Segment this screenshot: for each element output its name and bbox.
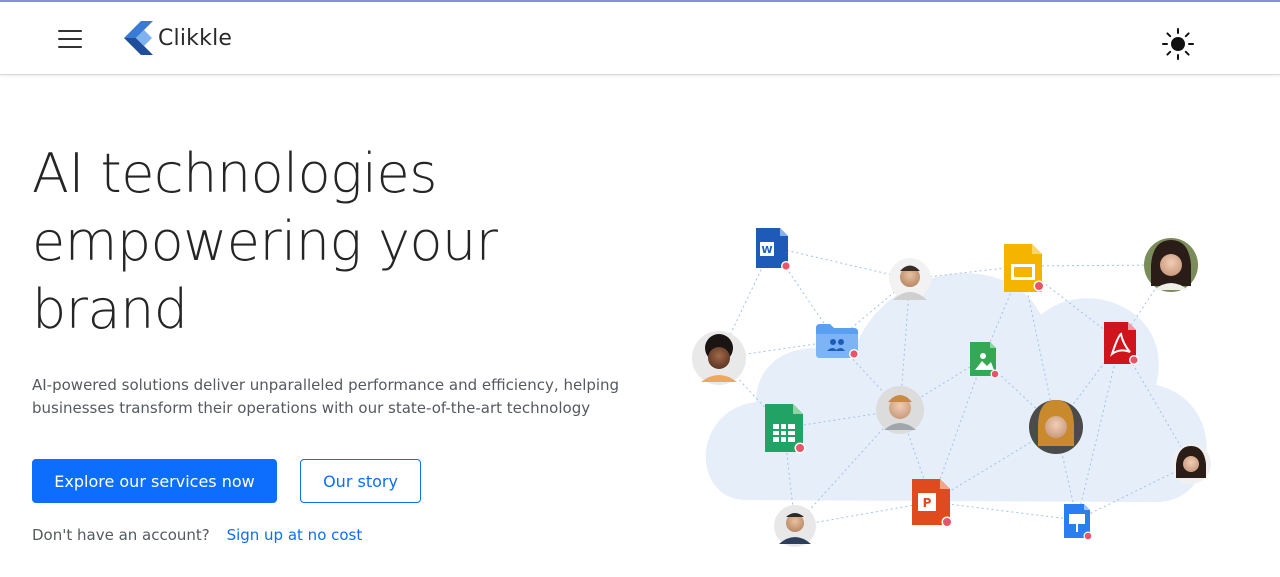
svg-text:W: W: [761, 245, 772, 256]
person-avatar: [876, 386, 924, 434]
svg-text:P: P: [923, 496, 932, 510]
hamburger-menu-icon[interactable]: [58, 29, 84, 49]
cloud-network-illustration: W P: [692, 228, 1211, 547]
image-file-icon: [970, 342, 1000, 379]
shared-folder-icon: [816, 324, 859, 359]
person-avatar: [889, 258, 931, 300]
person-avatar: [692, 331, 746, 385]
person-avatar: [1029, 400, 1083, 454]
google-sheets-icon: [765, 404, 806, 454]
keynote-file-icon: [1064, 504, 1093, 541]
hero-title-line: brand: [32, 278, 188, 341]
person-avatar: [1171, 444, 1211, 484]
hero-title: AI technologies empowering your brand: [32, 140, 632, 344]
sun-icon[interactable]: [1162, 28, 1194, 60]
word-doc-icon: W: [756, 228, 791, 271]
powerpoint-file-icon: P: [912, 479, 953, 528]
hero-subtitle-line: AI-powered solutions deliver unparallele…: [32, 376, 620, 394]
hero-title-line: AI technologies: [32, 142, 437, 205]
signup-prompt: Don't have an account?: [32, 526, 210, 544]
hero-subtitle-line: businesses transform their operations wi…: [32, 399, 591, 417]
person-avatar: [774, 505, 816, 547]
person-avatar: [1144, 238, 1198, 292]
explore-services-button[interactable]: Explore our services now: [32, 459, 277, 503]
signup-row: Don't have an account? Sign up at no cos…: [32, 526, 362, 544]
hero-subtitle: AI-powered solutions deliver unparallele…: [32, 374, 652, 420]
brand-name: Clikkle: [158, 25, 233, 51]
our-story-button[interactable]: Our story: [300, 459, 421, 503]
brand-link[interactable]: Clikkle: [124, 18, 232, 58]
clikkle-logo-icon: [124, 21, 153, 55]
google-slides-icon: [1004, 244, 1045, 292]
hero-title-line: empowering your: [32, 210, 498, 273]
signup-link[interactable]: Sign up at no cost: [227, 526, 363, 544]
site-header: Clikkle: [0, 2, 1280, 75]
pdf-file-icon: [1104, 322, 1139, 365]
cloud-shape: [705, 273, 1207, 502]
